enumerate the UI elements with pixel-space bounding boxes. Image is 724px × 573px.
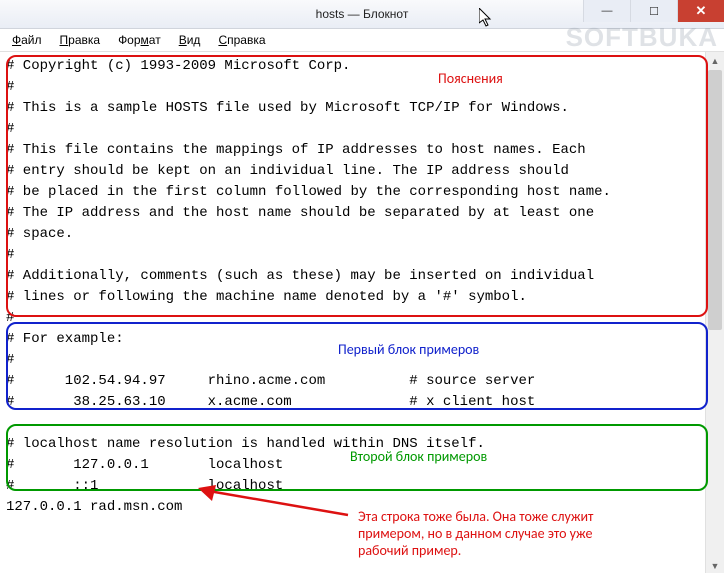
scrollbar-thumb[interactable] (708, 70, 722, 330)
menu-help[interactable]: Справка (212, 31, 271, 49)
maximize-button[interactable]: ☐ (630, 0, 677, 22)
menu-format[interactable]: Формат (112, 31, 167, 49)
scroll-down-arrow-icon[interactable]: ▼ (706, 557, 724, 573)
minimize-button[interactable]: — (583, 0, 630, 22)
client-area: # Copyright (c) 1993-2009 Microsoft Corp… (0, 52, 724, 573)
menu-file[interactable]: Файл (6, 31, 48, 49)
menu-view[interactable]: Вид (173, 31, 207, 49)
text-editor[interactable]: # Copyright (c) 1993-2009 Microsoft Corp… (0, 52, 706, 573)
notepad-window: hosts — Блокнот — ☐ ✕ SOFTBUKA Файл Прав… (0, 0, 724, 573)
window-controls: — ☐ ✕ (583, 0, 724, 22)
vertical-scrollbar[interactable]: ▲ ▼ (705, 52, 724, 573)
menubar: Файл Правка Формат Вид Справка (0, 29, 724, 52)
titlebar[interactable]: hosts — Блокнот — ☐ ✕ (0, 0, 724, 29)
scroll-up-arrow-icon[interactable]: ▲ (706, 52, 724, 70)
menu-edit[interactable]: Правка (54, 31, 107, 49)
close-button[interactable]: ✕ (677, 0, 724, 22)
